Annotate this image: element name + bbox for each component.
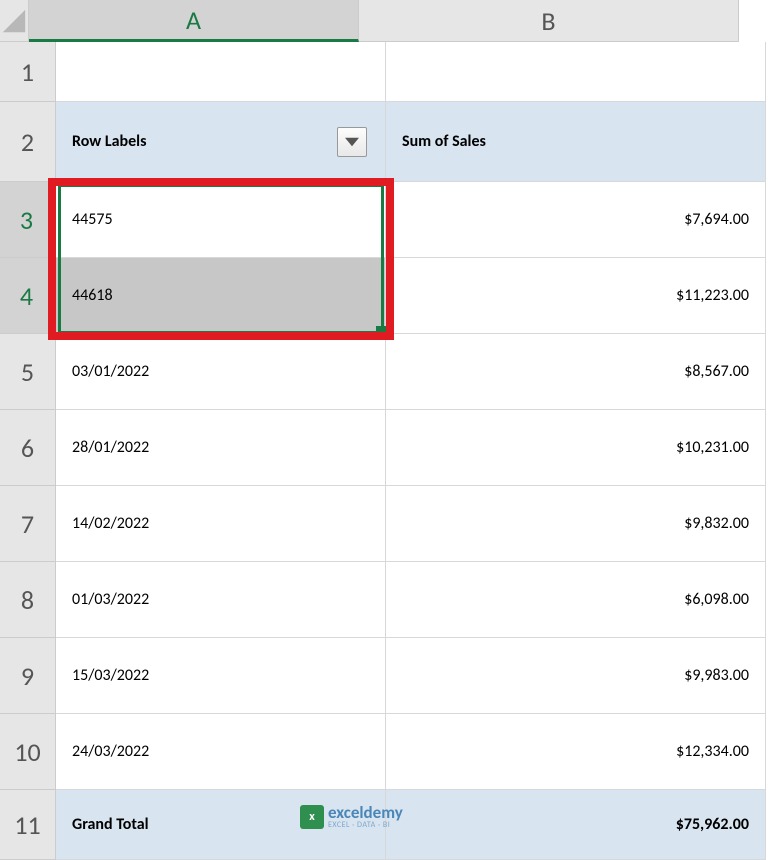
cell-B9[interactable]: $9,983.00 bbox=[386, 638, 766, 714]
row-header-10[interactable]: 10 bbox=[0, 714, 56, 790]
pivot-filter-dropdown[interactable] bbox=[337, 127, 367, 157]
cell-A8[interactable]: 01/03/2022 bbox=[56, 562, 386, 638]
row-header-8[interactable]: 8 bbox=[0, 562, 56, 638]
column-header-B[interactable]: B bbox=[359, 0, 739, 42]
cell-A6[interactable]: 28/01/2022 bbox=[56, 410, 386, 486]
row-header-5[interactable]: 5 bbox=[0, 334, 56, 410]
cell-value: $8,567.00 bbox=[684, 362, 749, 381]
cell-value: $7,694.00 bbox=[684, 210, 749, 229]
cell-B1[interactable] bbox=[386, 42, 766, 102]
row-header-4[interactable]: 4 bbox=[0, 258, 56, 334]
cell-value: $10,231.00 bbox=[676, 438, 749, 457]
cell-value: 28/01/2022 bbox=[72, 438, 149, 457]
cell-B11-grand-total-value[interactable]: $75,962.00 bbox=[386, 790, 766, 860]
cell-value: 14/02/2022 bbox=[72, 514, 149, 533]
cell-value: 24/03/2022 bbox=[72, 742, 149, 761]
cell-B8[interactable]: $6,098.00 bbox=[386, 562, 766, 638]
spreadsheet-viewport[interactable]: A B 1 2 Row Labels Sum of Sales 3 44575 … bbox=[0, 0, 768, 860]
cell-A1[interactable] bbox=[56, 42, 386, 102]
watermark-logo-icon: x bbox=[300, 805, 324, 829]
cell-value: 01/03/2022 bbox=[72, 590, 149, 609]
select-all-corner[interactable] bbox=[0, 0, 29, 42]
cell-B10[interactable]: $12,334.00 bbox=[386, 714, 766, 790]
row-header-3[interactable]: 3 bbox=[0, 182, 56, 258]
cell-value: $6,098.00 bbox=[684, 590, 749, 609]
cell-value: $12,334.00 bbox=[676, 742, 749, 761]
cell-B3[interactable]: $7,694.00 bbox=[386, 182, 766, 258]
watermark-sub: EXCEL · DATA · BI bbox=[328, 821, 403, 829]
cell-A7[interactable]: 14/02/2022 bbox=[56, 486, 386, 562]
cell-A3[interactable]: 44575 bbox=[56, 182, 386, 258]
watermark: x exceldemy EXCEL · DATA · BI bbox=[300, 804, 403, 829]
cell-value: $9,832.00 bbox=[684, 514, 749, 533]
row-labels-text: Row Labels bbox=[72, 132, 146, 151]
row-header-9[interactable]: 9 bbox=[0, 638, 56, 714]
cell-A5[interactable]: 03/01/2022 bbox=[56, 334, 386, 410]
grand-total-value: $75,962.00 bbox=[676, 815, 749, 834]
cell-A9[interactable]: 15/03/2022 bbox=[56, 638, 386, 714]
row-header-11[interactable]: 11 bbox=[0, 790, 56, 860]
row-header-7[interactable]: 7 bbox=[0, 486, 56, 562]
cell-value: 03/01/2022 bbox=[72, 362, 149, 381]
row-header-6[interactable]: 6 bbox=[0, 410, 56, 486]
cell-A10[interactable]: 24/03/2022 bbox=[56, 714, 386, 790]
row-header-2[interactable]: 2 bbox=[0, 102, 56, 182]
cell-value: 44618 bbox=[72, 286, 113, 305]
cell-B5[interactable]: $8,567.00 bbox=[386, 334, 766, 410]
row-header-1[interactable]: 1 bbox=[0, 42, 56, 102]
cell-B4[interactable]: $11,223.00 bbox=[386, 258, 766, 334]
cell-A4[interactable]: 44618 bbox=[56, 258, 386, 334]
cell-value: $9,983.00 bbox=[684, 666, 749, 685]
grand-total-label: Grand Total bbox=[72, 815, 149, 834]
cell-B6[interactable]: $10,231.00 bbox=[386, 410, 766, 486]
cell-value: 15/03/2022 bbox=[72, 666, 149, 685]
cell-A2-row-labels-header[interactable]: Row Labels bbox=[56, 102, 386, 182]
cell-B7[interactable]: $9,832.00 bbox=[386, 486, 766, 562]
cell-B2-sum-of-sales-header[interactable]: Sum of Sales bbox=[386, 102, 766, 182]
cell-value: $11,223.00 bbox=[676, 286, 749, 305]
watermark-main: exceldemy bbox=[328, 804, 403, 821]
sum-of-sales-text: Sum of Sales bbox=[402, 132, 486, 151]
cell-value: 44575 bbox=[72, 210, 113, 229]
column-header-A[interactable]: A bbox=[29, 0, 359, 42]
